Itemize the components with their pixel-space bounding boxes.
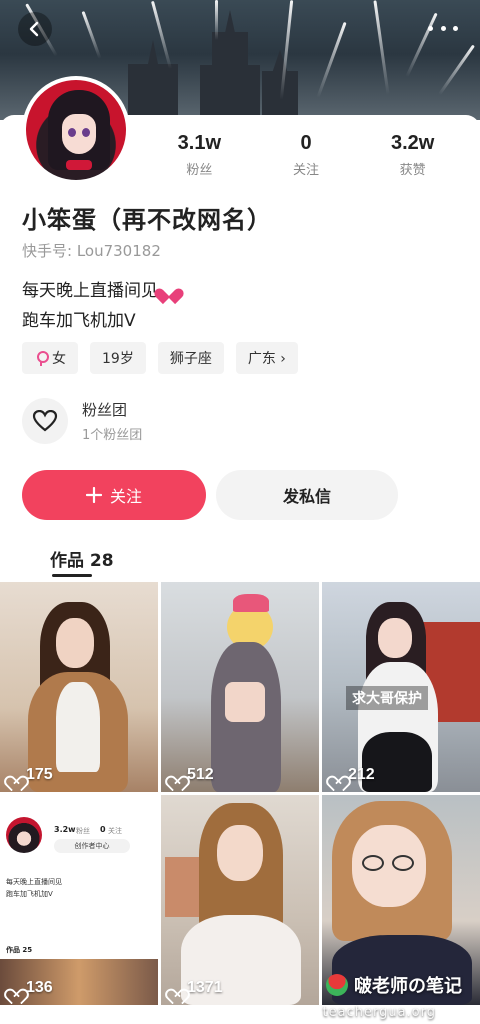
like-count: 175 xyxy=(8,766,53,784)
like-count: 212 xyxy=(330,766,375,784)
mini-follow-label: 关注 xyxy=(108,827,122,835)
follow-label: 关注 xyxy=(109,487,142,506)
plus-icon xyxy=(85,487,102,503)
fanclub-heart-icon xyxy=(22,398,68,444)
profile-tags: 女 19岁 狮子座 广东 › xyxy=(22,342,298,374)
tag-label: 女 xyxy=(52,351,66,367)
works-grid: 175 512 求大哥保护 212 3.2w 粉丝 0 关注 创作者中心 每天晚… xyxy=(0,582,480,1005)
more-dot-icon xyxy=(428,25,433,31)
profile-name: 小笨蛋（再不改网名） xyxy=(22,206,272,234)
send-message-button[interactable]: 发私信 xyxy=(216,470,398,520)
stat-value: 3.2w xyxy=(391,132,435,154)
watermark-url: teachergua.org xyxy=(322,1005,436,1020)
mini-fans: 3.2w xyxy=(54,825,76,834)
heart-outline-icon xyxy=(8,982,22,995)
stat-value: 0 xyxy=(300,132,312,154)
avatar[interactable] xyxy=(22,76,130,184)
mini-fans-label: 粉丝 xyxy=(76,827,90,835)
tag-label: 狮子座 xyxy=(169,351,212,367)
fanclub-subtitle: 1个粉丝团 xyxy=(82,428,143,443)
fanclub-entry[interactable]: 粉丝团 1个粉丝团 xyxy=(22,398,142,444)
tag-age: 19岁 xyxy=(90,342,146,374)
video-thumbnail[interactable]: 512 xyxy=(161,582,319,792)
like-count: 512 xyxy=(169,766,214,784)
like-count: 136 xyxy=(8,979,53,997)
like-count-value: 175 xyxy=(26,766,53,783)
bio-line: 跑车加飞机加V xyxy=(22,311,136,331)
like-count-value: 136 xyxy=(26,979,53,996)
tab-underline xyxy=(52,574,92,577)
stat-label: 获赞 xyxy=(399,163,426,178)
mini-profile-screenshot: 3.2w 粉丝 0 关注 创作者中心 每天晚上直播间见 跑车加飞机加V 作品 2… xyxy=(0,795,158,1005)
watermark-text: 啵老师の笔记 xyxy=(354,976,462,997)
profile-bio: 每天晚上直播间见 跑车加飞机加V xyxy=(22,276,178,336)
video-thumbnail[interactable]: 1371 xyxy=(161,795,319,1005)
profile-uid[interactable]: 快手号: Lou730182 xyxy=(22,240,161,261)
like-count-value: 212 xyxy=(348,766,375,783)
heart-outline-icon xyxy=(330,769,344,782)
more-options-button[interactable] xyxy=(428,18,458,38)
message-label: 发私信 xyxy=(282,487,331,506)
like-count: 1371 xyxy=(169,979,223,997)
mini-bio2: 跑车加飞机加V xyxy=(6,890,53,898)
profile-stats: 3.1w 粉丝 0 关注 3.2w 获赞 xyxy=(150,132,470,178)
watermark: 啵老师の笔记 xyxy=(326,972,462,998)
like-count-value: 512 xyxy=(187,766,214,783)
tag-zodiac: 狮子座 xyxy=(157,342,224,374)
stat-following[interactable]: 0 关注 xyxy=(257,132,356,178)
tag-label: 19岁 xyxy=(102,351,134,367)
female-icon xyxy=(34,351,49,366)
tag-label: 广东 › xyxy=(247,351,286,367)
chevron-left-icon xyxy=(29,21,39,37)
more-dot-icon xyxy=(440,25,446,31)
like-count-value: 1371 xyxy=(187,979,223,996)
fanclub-title: 粉丝团 xyxy=(82,401,128,419)
more-dot-icon xyxy=(453,25,458,31)
video-thumbnail[interactable]: 求大哥保护 212 xyxy=(322,582,480,792)
stat-likes[interactable]: 3.2w 获赞 xyxy=(363,132,462,178)
watermelon-icon xyxy=(326,974,348,996)
stat-value: 3.1w xyxy=(177,132,222,154)
heart-outline-icon xyxy=(169,769,183,782)
tag-gender: 女 xyxy=(22,342,78,374)
video-caption: 求大哥保护 xyxy=(346,686,428,710)
heart-outline-icon xyxy=(8,769,22,782)
tab-works[interactable]: 作品 28 xyxy=(50,546,114,571)
follow-button[interactable]: 关注 xyxy=(22,470,206,520)
tag-region[interactable]: 广东 › xyxy=(235,342,298,374)
mini-follow: 0 xyxy=(100,825,106,834)
heart-outline-icon xyxy=(169,982,183,995)
bio-line: 每天晚上直播间见 xyxy=(22,281,158,301)
stat-label: 粉丝 xyxy=(186,163,213,178)
video-thumbnail[interactable]: 175 xyxy=(0,582,158,792)
stat-fans[interactable]: 3.1w 粉丝 xyxy=(150,132,249,178)
mini-creator: 创作者中心 xyxy=(54,839,130,853)
stat-label: 关注 xyxy=(293,163,320,178)
mini-bio1: 每天晚上直播间见 xyxy=(6,878,62,886)
profile-page: 3.1w 粉丝 0 关注 3.2w 获赞 小笨蛋（再不改网名） 快手号: Lou… xyxy=(0,0,480,1024)
back-button[interactable] xyxy=(18,12,52,46)
video-thumbnail[interactable]: 3.2w 粉丝 0 关注 创作者中心 每天晚上直播间见 跑车加飞机加V 作品 2… xyxy=(0,795,158,1005)
mini-works-tab: 作品 25 xyxy=(6,946,33,954)
sparkling-heart-icon xyxy=(160,282,178,298)
